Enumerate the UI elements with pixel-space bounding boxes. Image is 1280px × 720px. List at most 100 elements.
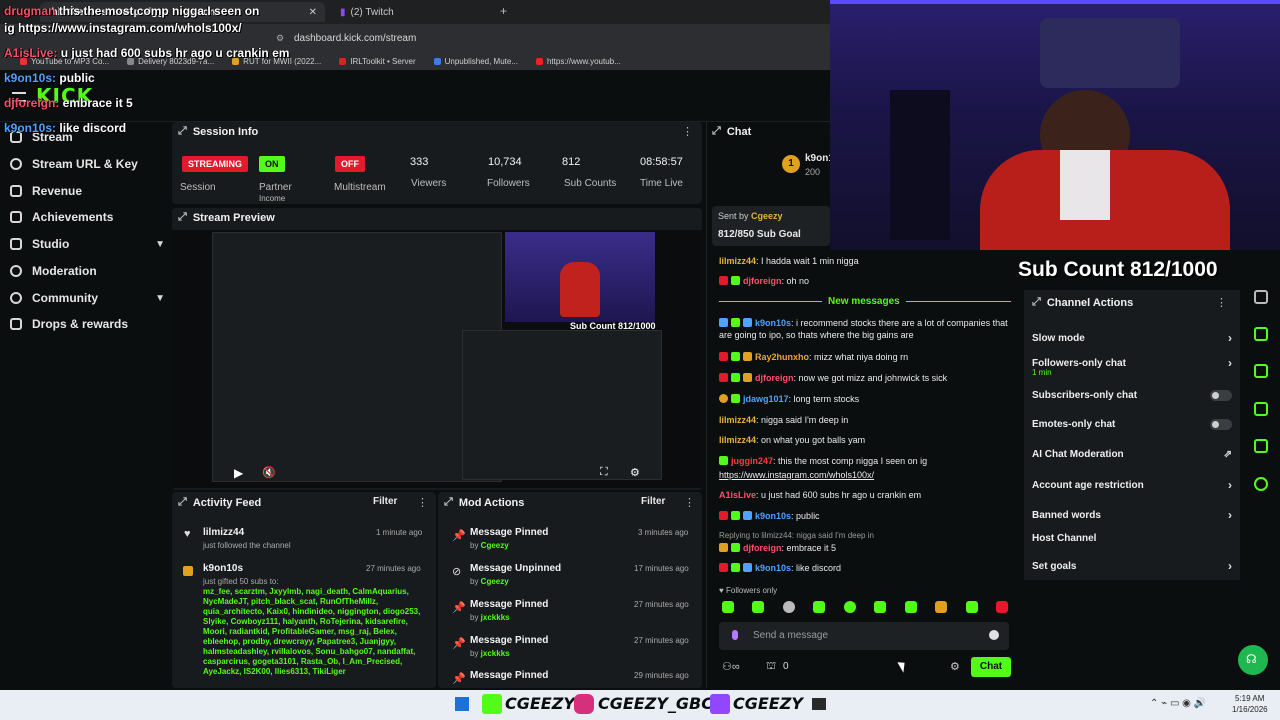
list-icon[interactable] — [1254, 402, 1268, 416]
chat-username[interactable]: Ray2hunxho — [755, 352, 809, 362]
emote-icon[interactable] — [995, 601, 1008, 613]
action-label: Followers-only chat — [1032, 357, 1126, 369]
mod-filter-button[interactable]: Filter — [641, 496, 665, 507]
new-tab-button[interactable]: + — [500, 4, 507, 18]
chat-username[interactable]: djforeign — [743, 276, 782, 286]
overlay-text: u just had 600 subs hr ago u crankin em — [60, 46, 290, 60]
stream-preview-video[interactable]: Sub Count 812/1000 ▶ 🔇 ⛶ ⚙ — [172, 230, 702, 488]
followers-only-row[interactable]: Followers-only chat › — [1032, 356, 1232, 370]
more-options-icon[interactable]: ⋮ — [684, 496, 695, 509]
site-info-icon[interactable]: ⚙ — [276, 33, 284, 44]
more-options-icon[interactable]: ⋮ — [682, 125, 693, 138]
chat-username[interactable]: k9on10s — [755, 511, 791, 521]
windows-start-icon[interactable] — [455, 697, 469, 711]
mod-user[interactable]: jxckkks — [481, 649, 510, 658]
chat-username[interactable]: jdawg1017 — [743, 394, 789, 404]
sidebar-item-drops-rewards[interactable]: Drops & rewards — [10, 311, 165, 337]
emoji-icon[interactable] — [989, 630, 999, 640]
expand-icon[interactable]: ⤢ — [444, 496, 453, 509]
badge-icon — [731, 276, 740, 285]
expand-icon[interactable]: ⤢ — [178, 125, 187, 138]
preview-webcam-thumbnail — [505, 232, 655, 322]
emote-icon[interactable] — [782, 601, 795, 613]
bookmark[interactable]: https://www.youtub... — [535, 57, 621, 66]
chat-message: lilmizz44: nigga said I'm deep in — [719, 415, 849, 425]
expand-icon[interactable]: ⤢ — [178, 211, 187, 224]
chat-username[interactable]: A1isLive — [719, 490, 756, 500]
expand-icon[interactable]: ⤢ — [1032, 296, 1041, 309]
wrench-icon[interactable] — [1254, 439, 1268, 453]
webcam-overlay — [830, 0, 1280, 250]
mod-action-by: by Cgeezy — [470, 541, 509, 550]
host-channel-row[interactable]: Host Channel — [1032, 533, 1232, 544]
fullscreen-icon[interactable]: ⛶ — [600, 466, 608, 479]
emote-icon[interactable] — [813, 601, 826, 613]
sidebar-item-community[interactable]: Community ▼ — [10, 285, 165, 311]
chat-username[interactable]: djforeign — [743, 543, 782, 553]
sidebar-item-moderation[interactable]: Moderation — [10, 258, 165, 284]
new-messages-label: New messages — [822, 296, 906, 307]
share-icon[interactable] — [1254, 477, 1268, 491]
account-age-row[interactable]: Account age restriction › — [1032, 478, 1232, 492]
settings-icon[interactable]: ⚙ — [950, 660, 960, 673]
chat-bubble-icon[interactable] — [1254, 327, 1268, 341]
bookmark[interactable]: Unpublished, Mute... — [433, 57, 518, 66]
mod-user[interactable]: Cgeezy — [481, 541, 509, 550]
unpin-icon: ⊘ — [452, 566, 462, 578]
activity-user[interactable]: k9on10s — [203, 563, 243, 574]
chat-text: mizz what niya doing rn — [814, 352, 909, 362]
tray-icons[interactable]: ⌃ ⌁ ▭ ◉ 🔊 — [1150, 698, 1206, 709]
send-chat-button[interactable]: Chat — [971, 657, 1011, 677]
right-rail — [1244, 280, 1280, 560]
emote-icon[interactable] — [843, 601, 856, 613]
chat-username[interactable]: k9on10s — [755, 563, 791, 573]
sidebar-item-revenue[interactable]: Revenue — [10, 178, 165, 204]
mute-icon[interactable]: 🔇 — [262, 466, 276, 479]
chat-username[interactable]: juggin247 — [731, 456, 773, 466]
sidebar-item-stream-url-key[interactable]: Stream URL & Key — [10, 151, 165, 177]
expand-icon[interactable]: ⤢ — [712, 125, 721, 138]
emote-icon[interactable] — [752, 601, 765, 613]
more-options-icon[interactable]: ⋮ — [1216, 296, 1227, 309]
url-text[interactable]: dashboard.kick.com/stream — [294, 33, 416, 44]
key-icon — [10, 158, 22, 170]
sidebar-item-label: Studio — [32, 237, 70, 251]
rail-icon[interactable] — [1254, 290, 1268, 304]
set-goals-row[interactable]: Set goals › — [1032, 559, 1232, 573]
chat-username[interactable]: djforeign — [755, 373, 794, 383]
sidebar-item-studio[interactable]: Studio ▼ — [10, 231, 165, 257]
slow-mode-row[interactable]: Slow mode › — [1032, 331, 1232, 345]
browser-tab-twitch[interactable]: ▮ (2) Twitch — [332, 2, 492, 22]
chat-username[interactable]: lilmizz44 — [719, 256, 756, 266]
sent-by-user[interactable]: Cgeezy — [751, 211, 783, 221]
more-options-icon[interactable]: ⋮ — [417, 496, 428, 509]
app-icon[interactable] — [812, 698, 826, 710]
emote-icon[interactable] — [904, 601, 917, 613]
emote-icon[interactable] — [874, 601, 887, 613]
play-icon[interactable]: ▶ — [234, 466, 243, 480]
chat-link[interactable]: https://www.instagram.com/whols100x/ — [719, 469, 1019, 481]
expand-icon[interactable]: ⤢ — [178, 496, 187, 509]
mod-user[interactable]: Cgeezy — [481, 577, 509, 586]
action-label: Subscribers-only chat — [1032, 390, 1138, 401]
microphone-icon[interactable] — [732, 630, 738, 640]
activity-user[interactable]: lilmizz44 — [203, 527, 244, 538]
settings-icon[interactable]: ⚙ — [630, 466, 640, 479]
chat-username[interactable]: lilmizz44 — [719, 435, 756, 445]
broadcast-icon[interactable] — [1254, 364, 1268, 378]
bookmark[interactable]: IRLToolkit • Server — [339, 57, 416, 66]
emotes-only-toggle[interactable] — [1210, 419, 1232, 430]
sidebar-item-achievements[interactable]: Achievements — [10, 204, 165, 230]
chat-username[interactable]: k9on10s — [755, 318, 791, 328]
mod-user[interactable]: jxckkks — [481, 613, 510, 622]
emote-icon[interactable] — [935, 601, 948, 613]
emote-icon[interactable] — [722, 601, 734, 613]
viewer-list-icon[interactable]: ⚇∞ — [722, 660, 740, 673]
ai-moderation-row[interactable]: AI Chat Moderation ⇗ — [1032, 449, 1232, 460]
subscribers-only-toggle[interactable] — [1210, 390, 1232, 401]
emote-icon[interactable] — [965, 601, 978, 613]
activity-filter-button[interactable]: Filter — [373, 496, 397, 507]
close-icon[interactable]: ✕ — [309, 7, 317, 18]
banned-words-row[interactable]: Banned words › — [1032, 508, 1232, 522]
chat-username[interactable]: lilmizz44 — [719, 415, 756, 425]
